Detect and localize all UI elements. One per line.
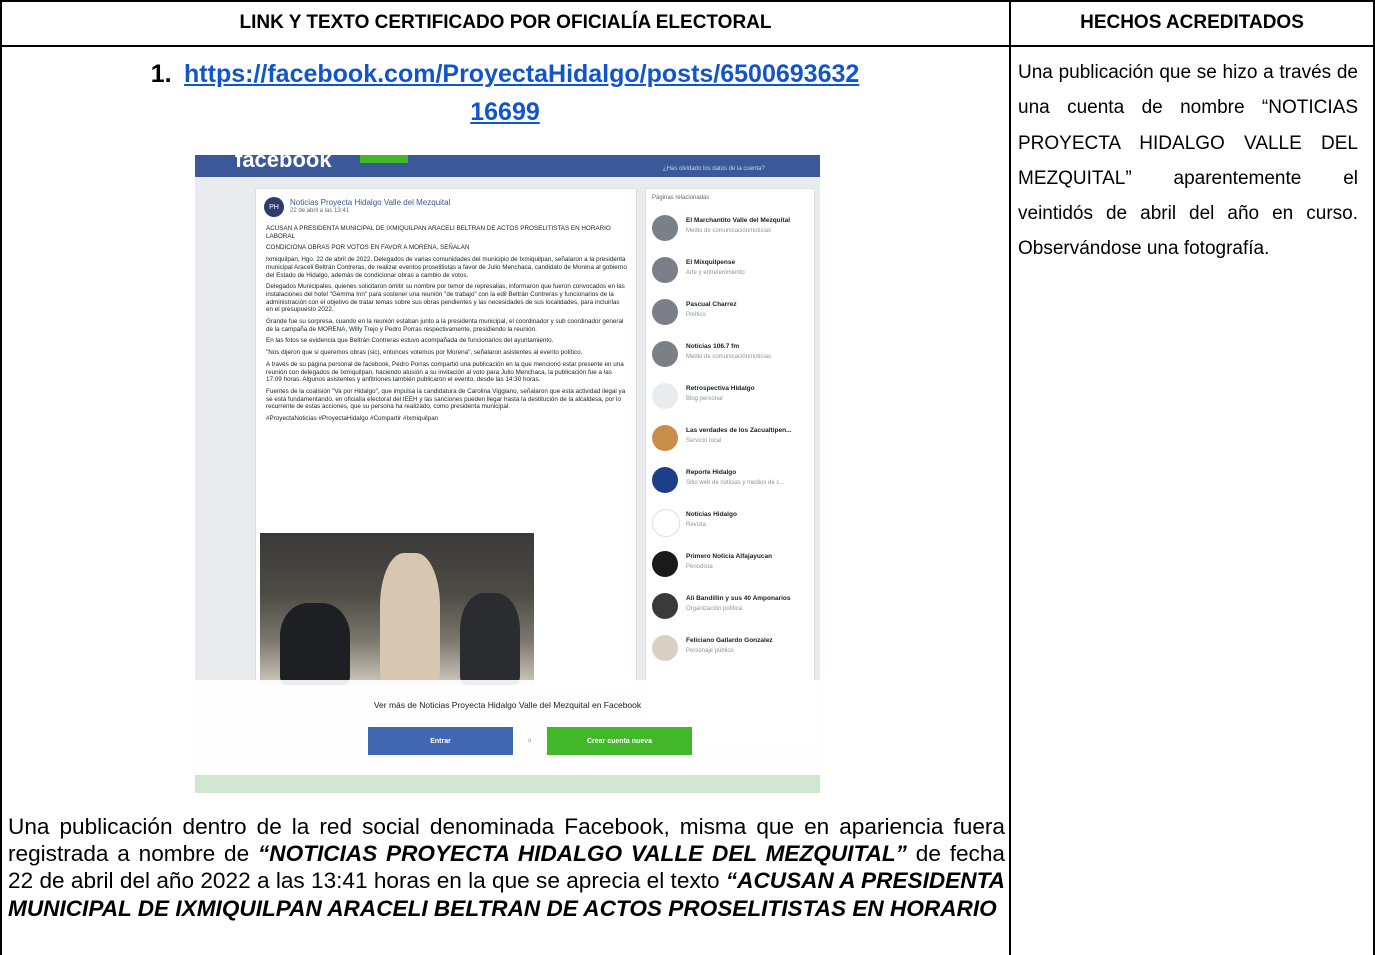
related-page-category: Arte y entretenimiento [686, 270, 745, 276]
post-paragraph: Fuentes de la coalisión "Va por Hidalgo"… [266, 387, 626, 411]
page-avatar-icon [652, 593, 678, 619]
related-page-name: Noticias 106.7 fm [686, 343, 740, 350]
page-avatar-icon [652, 383, 678, 409]
related-page-name: Ali Bandillin y sus 40 Amponarios [686, 595, 791, 602]
related-page-item: Las verdades de los Zacualtipen... Servic… [652, 425, 812, 465]
related-page-item: Pascual Charrez Político [652, 299, 812, 339]
related-page-item: Ali Bandillin y sus 40 Amponarios Organiz… [652, 593, 812, 633]
column-header-link-text: LINK Y TEXTO CERTIFICADO POR OFICIALÍA E… [239, 12, 772, 33]
page-avatar-icon [652, 215, 678, 241]
certified-description: Una publicación dentro de la red social … [8, 813, 1005, 922]
related-page-category: Periodista [686, 564, 713, 570]
related-page-category: Revista [686, 522, 707, 528]
page-avatar-icon [652, 425, 678, 451]
topbar-green-button [360, 155, 408, 163]
column-header-facts: HECHOS ACREDITADOS [1080, 12, 1304, 33]
related-pages-sidebar: Páginas relacionadas El Marchantito Vall… [645, 188, 815, 750]
related-page-name: El Mixquilpense [686, 259, 736, 266]
page-avatar-icon [652, 299, 678, 325]
related-page-category: Sitio web de noticias y medios de c... [686, 480, 785, 486]
related-page-item: Primero Noticia Alfajayucan Periodista [652, 551, 812, 591]
related-page-name: Noticias Hidalgo [686, 511, 737, 518]
post-date: 22 de abril a las 13:41 [290, 208, 350, 214]
related-page-item: El Marchantito Valle del Mezquital Medio … [652, 215, 812, 255]
post-paragraph: En las fotos se evidencia que Beltrán Co… [266, 337, 554, 345]
post-paragraph: #ProyectaNoticias #ProyectaHidalgo #Comp… [266, 415, 439, 423]
post-paragraph: ACUSAN A PRESIDENTA MUNICIPAL DE IXMIQUI… [266, 225, 611, 240]
column-divider [1009, 0, 1011, 955]
page-avatar-icon [652, 551, 678, 577]
screenshot-footer-bar [195, 775, 820, 793]
description-emphasis: “NOTICIAS PROYECTA HIDALGO VALLE DEL MEZ… [257, 841, 907, 867]
accredited-facts-text: Una publicación que se hizo a través de … [1018, 62, 1358, 260]
photo-person [380, 553, 440, 685]
related-page-item: Reporte Hidalgo Sitio web de noticias y m… [652, 467, 812, 507]
facebook-logo: facebook [235, 155, 332, 172]
post-paragraph: Ixmiquilpan, Hgo. 22 de abril de 2022. D… [266, 256, 627, 279]
facebook-screenshot: facebook ¿Has olvidado los datos de la c… [195, 155, 820, 793]
related-pages-title: Páginas relacionadas [652, 195, 710, 201]
related-page-name: Feliciano Gallardo Gonzalez [686, 637, 773, 644]
related-page-item: Noticias 106.7 fm Medio de comunicación/n… [652, 341, 812, 381]
entry-number: 1. [150, 60, 172, 88]
page-avatar-icon [652, 635, 678, 661]
entry-link: 1. https://facebook.com/ProyectaHidalgo/… [0, 60, 1010, 89]
table-left-border [0, 0, 2, 955]
related-page-category: Político [686, 312, 706, 318]
login-overlay: Ver más de Noticias Proyecta Hidalgo Val… [195, 680, 820, 775]
related-page-category: Servicio local [686, 438, 722, 444]
related-page-name: Reporte Hidalgo [686, 469, 737, 476]
related-page-category: Organización política [686, 606, 743, 612]
facebook-post: PH Noticias Proyecta Hidalgo Valle del M… [255, 188, 637, 690]
related-page-item: Retrospectiva Hidalgo Blog personal [652, 383, 812, 423]
post-paragraph: "Nos dijeron que si queremos obras (sic)… [266, 349, 583, 357]
related-page-name: Las verdades de los Zacualtipen... [686, 427, 792, 434]
related-page-name: Primero Noticia Alfajayucan [686, 553, 773, 560]
related-page-category: Medio de comunicación/noticias [686, 354, 772, 360]
related-page-category: Personaje público [686, 648, 734, 654]
related-page-item: Feliciano Gallardo Gonzalez Personaje púb… [652, 635, 812, 675]
page-avatar-icon [652, 257, 678, 283]
post-paragraph: Grande fue su sorpresa, cuando en la reu… [266, 318, 624, 333]
create-account-button[interactable]: Crear cuenta nueva [547, 727, 692, 755]
related-page-name: Retrospectiva Hidalgo [686, 385, 755, 392]
related-page-item: Noticias Hidalgo Revista [652, 509, 812, 549]
photo-person [460, 593, 520, 685]
post-page-name: Noticias Proyecta Hidalgo Valle del Mezq… [290, 198, 451, 207]
login-button[interactable]: Entrar [368, 727, 513, 755]
page-avatar-icon [652, 467, 678, 493]
post-paragraph: CONDICIONA OBRAS POR VOTOS EN FAVOR A MO… [266, 244, 470, 252]
overlay-prompt: Ver más de Noticias Proyecta Hidalgo Val… [373, 700, 642, 710]
related-page-name: Pascual Charrez [686, 301, 737, 308]
photo-person [280, 603, 350, 685]
post-photo [260, 533, 534, 685]
certified-link[interactable]: https://facebook.com/ProyectaHidalgo/pos… [184, 60, 859, 88]
post-paragraph: A través de su página personal de facebo… [266, 360, 624, 384]
certified-link-continued[interactable]: 16699 [470, 98, 540, 126]
document-table: LINK Y TEXTO CERTIFICADO POR OFICIALÍA E… [0, 0, 1375, 955]
page-avatar-icon [652, 341, 678, 367]
related-page-category: Medio de comunicación/noticias [686, 228, 772, 234]
topbar-forgot-link: ¿Has olvidado los datos de la cuenta? [663, 166, 765, 172]
entry-link-continued: 16699 [0, 98, 1010, 127]
post-paragraph: Delegados Municipales, quienes solicitar… [266, 283, 625, 314]
page-avatar: PH [264, 197, 284, 217]
related-page-item: El Mixquilpense Arte y entretenimiento [652, 257, 812, 297]
page-avatar-icon [652, 509, 680, 537]
post-body: ACUSAN A PRESIDENTA MUNICIPAL DE IXMIQUI… [266, 225, 628, 427]
related-page-name: El Marchantito Valle del Mezquital [686, 217, 791, 224]
related-page-category: Blog personal [686, 396, 723, 402]
or-label: o [528, 738, 532, 744]
